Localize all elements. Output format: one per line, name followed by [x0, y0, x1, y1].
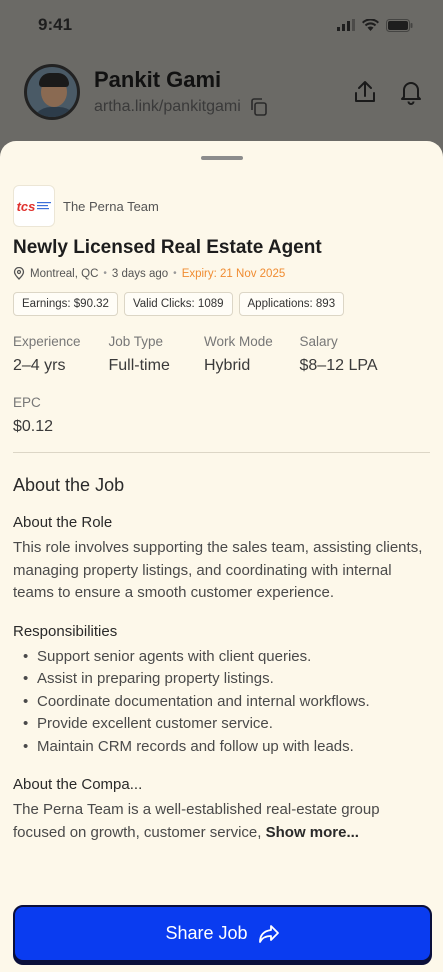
divider	[13, 452, 430, 453]
company-name[interactable]: The Perna Team	[63, 199, 159, 214]
company-row: tcs The Perna Team	[13, 185, 430, 227]
profile-header: Pankit Gami artha.link/pankitgami	[24, 62, 423, 122]
detail-experience: Experience 2–4 yrs	[13, 334, 109, 375]
about-company-title: About the Compa...	[13, 776, 143, 793]
profile-link[interactable]: artha.link/pankitgami	[94, 98, 241, 116]
battery-icon	[386, 18, 413, 32]
list-item: • Maintain CRM records and follow up with…	[23, 737, 354, 755]
list-item: • Assist in preparing property listings.	[23, 670, 274, 687]
responsibilities-list: • Support senior agents with client queri…	[13, 646, 430, 759]
logo-lines-icon	[37, 202, 52, 210]
about-role-text: This role involves supporting the sales …	[13, 539, 423, 601]
share-job-label: Share Job	[165, 923, 248, 943]
responsibilities-title: Responsibilities	[13, 622, 118, 640]
job-posted: 3 days ago	[111, 267, 169, 280]
list-item: • Provide excellent customer service.	[23, 715, 273, 732]
list-item: • Coordinate documentation and internal w…	[23, 692, 370, 710]
company-logo: tcs	[13, 185, 55, 227]
detail-label: EPC	[13, 395, 41, 410]
job-location: Montreal, QC	[30, 267, 99, 280]
detail-salary: Salary $8–12 LPA	[300, 334, 396, 375]
copy-icon[interactable]	[249, 97, 269, 117]
earnings-badge: Earnings: $90.32	[13, 292, 118, 316]
profile-link-row: artha.link/pankitgami	[94, 97, 353, 117]
avatar[interactable]	[24, 64, 80, 120]
profile-info: Pankit Gami artha.link/pankitgami	[94, 67, 353, 117]
job-expiry: Expiry: 21 Nov 2025	[181, 267, 286, 280]
share-arrow-icon	[258, 924, 279, 943]
wifi-icon	[362, 19, 379, 31]
header-actions	[353, 79, 423, 105]
about-job-title: About the Job	[13, 475, 125, 495]
applications-badge: Applications: 893	[238, 292, 345, 316]
status-bar: 9:41	[0, 0, 443, 50]
about-role-title: About the Role	[13, 514, 113, 531]
show-more-link[interactable]: Show more...	[266, 824, 359, 841]
detail-value: 2–4 yrs	[13, 357, 66, 374]
stats-row: Earnings: $90.32 Valid Clicks: 1089 Appl…	[13, 292, 430, 316]
detail-value: Hybrid	[204, 357, 251, 374]
status-time: 9:41	[38, 15, 73, 34]
detail-job-type: Job Type Full-time	[109, 334, 205, 375]
status-icons	[337, 18, 413, 32]
job-details-grid: Experience 2–4 yrs Job Type Full-time Wo…	[13, 334, 430, 375]
detail-label: Work Mode	[204, 334, 273, 349]
notification-bell-icon[interactable]	[399, 79, 423, 105]
valid-clicks-badge: Valid Clicks: 1089	[123, 292, 233, 316]
detail-value: $0.12	[13, 418, 54, 435]
meta-separator: •	[103, 268, 107, 279]
list-item: • Support senior agents with client queri…	[23, 647, 312, 665]
meta-separator: •	[173, 268, 177, 279]
share-job-button[interactable]: Share Job	[13, 905, 432, 962]
detail-epc: EPC $0.12	[13, 395, 430, 436]
job-title: Newly Licensed Real Estate Agent	[13, 237, 322, 258]
company-logo-text: tcs	[16, 198, 36, 214]
signal-icon	[337, 19, 355, 31]
job-detail-sheet: tcs The Perna Team Newly Licensed Real E…	[0, 141, 443, 972]
detail-label: Salary	[299, 334, 338, 349]
share-upload-icon[interactable]	[353, 79, 377, 105]
location-pin-icon	[13, 267, 25, 280]
sheet-grabber[interactable]	[200, 156, 243, 160]
about-company-text: The Perna Team is a well-established rea…	[13, 799, 430, 844]
detail-value: $8–12 LPA	[299, 357, 378, 374]
job-meta-row: Montreal, QC • 3 days ago • Expiry: 21 N…	[13, 267, 430, 280]
detail-value: Full-time	[108, 357, 170, 374]
detail-label: Job Type	[108, 334, 164, 349]
detail-label: Experience	[13, 334, 81, 349]
detail-work-mode: Work Mode Hybrid	[204, 334, 300, 375]
profile-name: Pankit Gami	[94, 67, 222, 92]
